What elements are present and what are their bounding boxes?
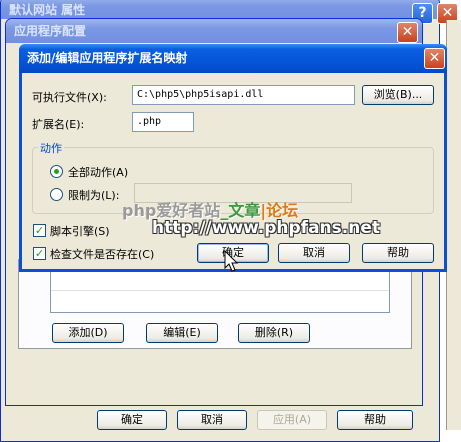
watermark-url: http://www.phpfans.net [152,218,380,238]
check-file-label: 检查文件是否存在(C) [50,248,155,261]
close-icon[interactable]: ✕ [424,48,445,69]
dialog-cancel-button[interactable]: 取消 [278,243,350,263]
help-button[interactable]: 帮助 [337,410,413,430]
cancel-button[interactable]: 取消 [177,410,247,430]
delete-button[interactable]: 删除(R) [238,323,310,343]
ext-label: 扩展名(E): [32,118,85,131]
actions-group-label: 动作 [38,140,64,156]
browse-button[interactable]: 浏览(B)... [362,85,434,105]
mouse-cursor-icon [224,250,239,272]
script-engine-label: 脚本引擎(S) [50,225,110,238]
exe-label: 可执行文件(X): [32,91,107,104]
properties-window-titlebar: 默认网站 属性 [1,0,439,19]
check-file-checkbox[interactable]: ✓ [33,247,46,260]
add-button[interactable]: 添加(D) [52,323,124,343]
all-verbs-label: 全部动作(A) [68,166,129,179]
ok-button[interactable]: 确定 [97,410,167,430]
side-panel-edge [446,20,461,430]
exe-input[interactable]: C:\php5\php5isapi.dll [132,85,355,105]
app-config-titlebar: 应用程序配置 [6,19,422,43]
edit-button[interactable]: 编辑(E) [146,323,218,343]
ext-input[interactable]: .php [132,112,194,132]
all-verbs-radio[interactable] [50,165,63,178]
close-icon[interactable]: ✕ [397,22,418,43]
limit-to-label: 限制为(L): [68,189,120,202]
mapping-dialog-titlebar: 添加/编辑应用程序扩展名映射 [19,44,447,73]
limit-to-radio[interactable] [50,188,63,201]
dialog-help-button[interactable]: 帮助 [362,243,434,263]
mappings-list[interactable] [50,265,390,313]
apply-button[interactable]: 应用(A) [257,410,327,430]
script-engine-checkbox[interactable]: ✓ [33,224,46,237]
